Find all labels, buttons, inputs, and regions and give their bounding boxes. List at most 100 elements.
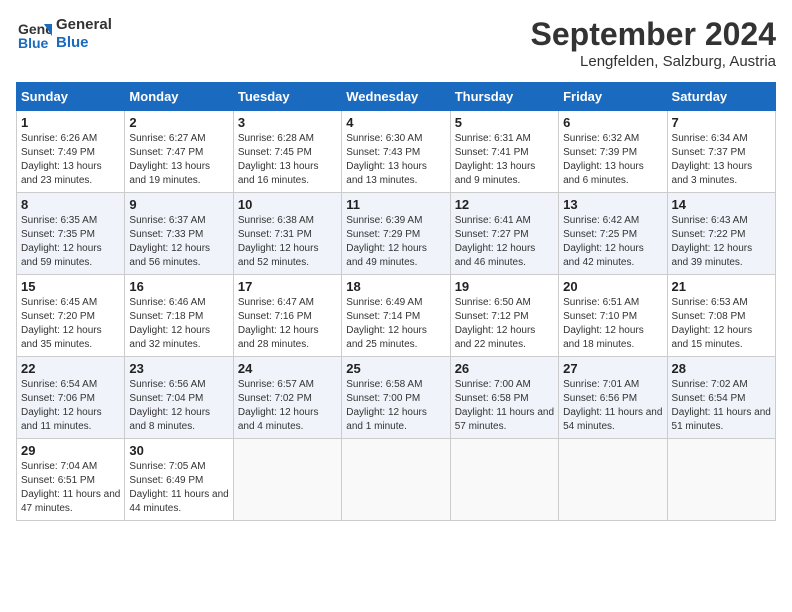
title-area: September 2024 Lengfelden, Salzburg, Aus… [531,16,776,70]
day-detail: Sunrise: 6:49 AM Sunset: 7:14 PM Dayligh… [346,296,445,352]
calendar-cell: 29Sunrise: 7:04 AM Sunset: 6:51 PM Dayli… [17,439,125,521]
logo-icon: General Blue [16,16,52,52]
day-number: 8 [21,197,120,212]
calendar-table: SundayMondayTuesdayWednesdayThursdayFrid… [16,82,776,521]
calendar-header-row: SundayMondayTuesdayWednesdayThursdayFrid… [17,83,776,111]
day-detail: Sunrise: 6:42 AM Sunset: 7:25 PM Dayligh… [563,214,662,270]
day-detail: Sunrise: 6:43 AM Sunset: 7:22 PM Dayligh… [672,214,771,270]
calendar-week-row: 1Sunrise: 6:26 AM Sunset: 7:49 PM Daylig… [17,111,776,193]
calendar-cell: 5 Sunrise: 6:31 AM Sunset: 7:41 PM Daylig… [450,111,558,193]
day-detail: Sunrise: 6:45 AM Sunset: 7:20 PM Dayligh… [21,296,120,352]
calendar-cell: 18 Sunrise: 6:49 AM Sunset: 7:14 PM Dayli… [342,275,450,357]
day-number: 13 [563,197,662,212]
day-detail: Sunrise: 7:02 AM Sunset: 6:54 PM Dayligh… [672,378,771,434]
calendar-day-header: Sunday [17,83,125,111]
day-detail: Sunrise: 6:57 AM Sunset: 7:02 PM Dayligh… [238,378,337,434]
day-number: 11 [346,197,445,212]
day-number: 6 [563,115,662,130]
day-number: 24 [238,361,337,376]
calendar-cell: 24 Sunrise: 6:57 AM Sunset: 7:02 PM Dayli… [233,357,341,439]
subtitle: Lengfelden, Salzburg, Austria [531,53,776,70]
day-detail: Sunrise: 6:41 AM Sunset: 7:27 PM Dayligh… [455,214,554,270]
day-detail: Sunrise: 7:05 AM Sunset: 6:49 PM Dayligh… [129,460,228,516]
calendar-cell: 16 Sunrise: 6:46 AM Sunset: 7:18 PM Dayli… [125,275,233,357]
calendar-cell: 26 Sunrise: 7:00 AM Sunset: 6:58 PM Dayli… [450,357,558,439]
calendar-cell: 12 Sunrise: 6:41 AM Sunset: 7:27 PM Dayli… [450,193,558,275]
day-detail: Sunrise: 6:34 AM Sunset: 7:37 PM Dayligh… [672,132,771,188]
day-number: 23 [129,361,228,376]
day-detail: Sunrise: 6:51 AM Sunset: 7:10 PM Dayligh… [563,296,662,352]
calendar-week-row: 8 Sunrise: 6:35 AM Sunset: 7:35 PM Daylig… [17,193,776,275]
calendar-cell: 3Sunrise: 6:28 AM Sunset: 7:45 PM Daylig… [233,111,341,193]
calendar-cell: 30 Sunrise: 7:05 AM Sunset: 6:49 PM Dayli… [125,439,233,521]
day-number: 7 [672,115,771,130]
day-detail: Sunrise: 6:56 AM Sunset: 7:04 PM Dayligh… [129,378,228,434]
day-detail: Sunrise: 6:54 AM Sunset: 7:06 PM Dayligh… [21,378,120,434]
day-detail: Sunrise: 7:00 AM Sunset: 6:58 PM Dayligh… [455,378,554,434]
calendar-cell: 28 Sunrise: 7:02 AM Sunset: 6:54 PM Dayli… [667,357,775,439]
day-number: 5 [455,115,554,130]
day-number: 15 [21,279,120,294]
logo-text-blue: Blue [56,34,112,52]
calendar-cell: 1Sunrise: 6:26 AM Sunset: 7:49 PM Daylig… [17,111,125,193]
calendar-cell: 27 Sunrise: 7:01 AM Sunset: 6:56 PM Dayli… [559,357,667,439]
day-detail: Sunrise: 6:28 AM Sunset: 7:45 PM Dayligh… [238,132,337,188]
day-number: 17 [238,279,337,294]
day-detail: Sunrise: 6:31 AM Sunset: 7:41 PM Dayligh… [455,132,554,188]
calendar-body: 1Sunrise: 6:26 AM Sunset: 7:49 PM Daylig… [17,111,776,521]
calendar-cell: 21 Sunrise: 6:53 AM Sunset: 7:08 PM Dayli… [667,275,775,357]
day-detail: Sunrise: 6:32 AM Sunset: 7:39 PM Dayligh… [563,132,662,188]
day-detail: Sunrise: 6:39 AM Sunset: 7:29 PM Dayligh… [346,214,445,270]
calendar-day-header: Thursday [450,83,558,111]
calendar-cell: 19 Sunrise: 6:50 AM Sunset: 7:12 PM Dayli… [450,275,558,357]
calendar-cell: 9Sunrise: 6:37 AM Sunset: 7:33 PM Daylig… [125,193,233,275]
day-detail: Sunrise: 6:53 AM Sunset: 7:08 PM Dayligh… [672,296,771,352]
calendar-cell: 17 Sunrise: 6:47 AM Sunset: 7:16 PM Dayli… [233,275,341,357]
day-detail: Sunrise: 7:01 AM Sunset: 6:56 PM Dayligh… [563,378,662,434]
day-detail: Sunrise: 6:50 AM Sunset: 7:12 PM Dayligh… [455,296,554,352]
day-detail: Sunrise: 6:37 AM Sunset: 7:33 PM Dayligh… [129,214,228,270]
day-number: 21 [672,279,771,294]
day-number: 14 [672,197,771,212]
day-number: 30 [129,443,228,458]
calendar-cell: 2Sunrise: 6:27 AM Sunset: 7:47 PM Daylig… [125,111,233,193]
day-detail: Sunrise: 7:04 AM Sunset: 6:51 PM Dayligh… [21,460,120,516]
calendar-cell: 25 Sunrise: 6:58 AM Sunset: 7:00 PM Dayli… [342,357,450,439]
calendar-cell: 20 Sunrise: 6:51 AM Sunset: 7:10 PM Dayli… [559,275,667,357]
calendar-day-header: Wednesday [342,83,450,111]
day-number: 20 [563,279,662,294]
logo-text-general: General [56,16,112,34]
calendar-cell: 8 Sunrise: 6:35 AM Sunset: 7:35 PM Daylig… [17,193,125,275]
day-number: 16 [129,279,228,294]
day-number: 2 [129,115,228,130]
calendar-cell: 4Sunrise: 6:30 AM Sunset: 7:43 PM Daylig… [342,111,450,193]
calendar-cell: 23 Sunrise: 6:56 AM Sunset: 7:04 PM Dayli… [125,357,233,439]
calendar-day-header: Friday [559,83,667,111]
day-detail: Sunrise: 6:35 AM Sunset: 7:35 PM Dayligh… [21,214,120,270]
day-number: 12 [455,197,554,212]
calendar-cell [667,439,775,521]
day-number: 28 [672,361,771,376]
logo: General Blue General Blue [16,16,112,52]
day-detail: Sunrise: 6:46 AM Sunset: 7:18 PM Dayligh… [129,296,228,352]
calendar-cell: 6 Sunrise: 6:32 AM Sunset: 7:39 PM Daylig… [559,111,667,193]
calendar-week-row: 29Sunrise: 7:04 AM Sunset: 6:51 PM Dayli… [17,439,776,521]
calendar-cell: 7 Sunrise: 6:34 AM Sunset: 7:37 PM Daylig… [667,111,775,193]
day-number: 26 [455,361,554,376]
calendar-day-header: Monday [125,83,233,111]
day-detail: Sunrise: 6:47 AM Sunset: 7:16 PM Dayligh… [238,296,337,352]
day-number: 27 [563,361,662,376]
calendar-cell: 11 Sunrise: 6:39 AM Sunset: 7:29 PM Dayli… [342,193,450,275]
calendar-cell: 22 Sunrise: 6:54 AM Sunset: 7:06 PM Dayli… [17,357,125,439]
calendar-week-row: 22 Sunrise: 6:54 AM Sunset: 7:06 PM Dayli… [17,357,776,439]
calendar-day-header: Saturday [667,83,775,111]
calendar-cell: 13 Sunrise: 6:42 AM Sunset: 7:25 PM Dayli… [559,193,667,275]
day-number: 22 [21,361,120,376]
day-number: 1 [21,115,120,130]
day-number: 25 [346,361,445,376]
day-number: 18 [346,279,445,294]
day-detail: Sunrise: 6:58 AM Sunset: 7:00 PM Dayligh… [346,378,445,434]
calendar-cell: 10Sunrise: 6:38 AM Sunset: 7:31 PM Dayli… [233,193,341,275]
day-number: 19 [455,279,554,294]
header: General Blue General Blue September 2024… [16,16,776,70]
